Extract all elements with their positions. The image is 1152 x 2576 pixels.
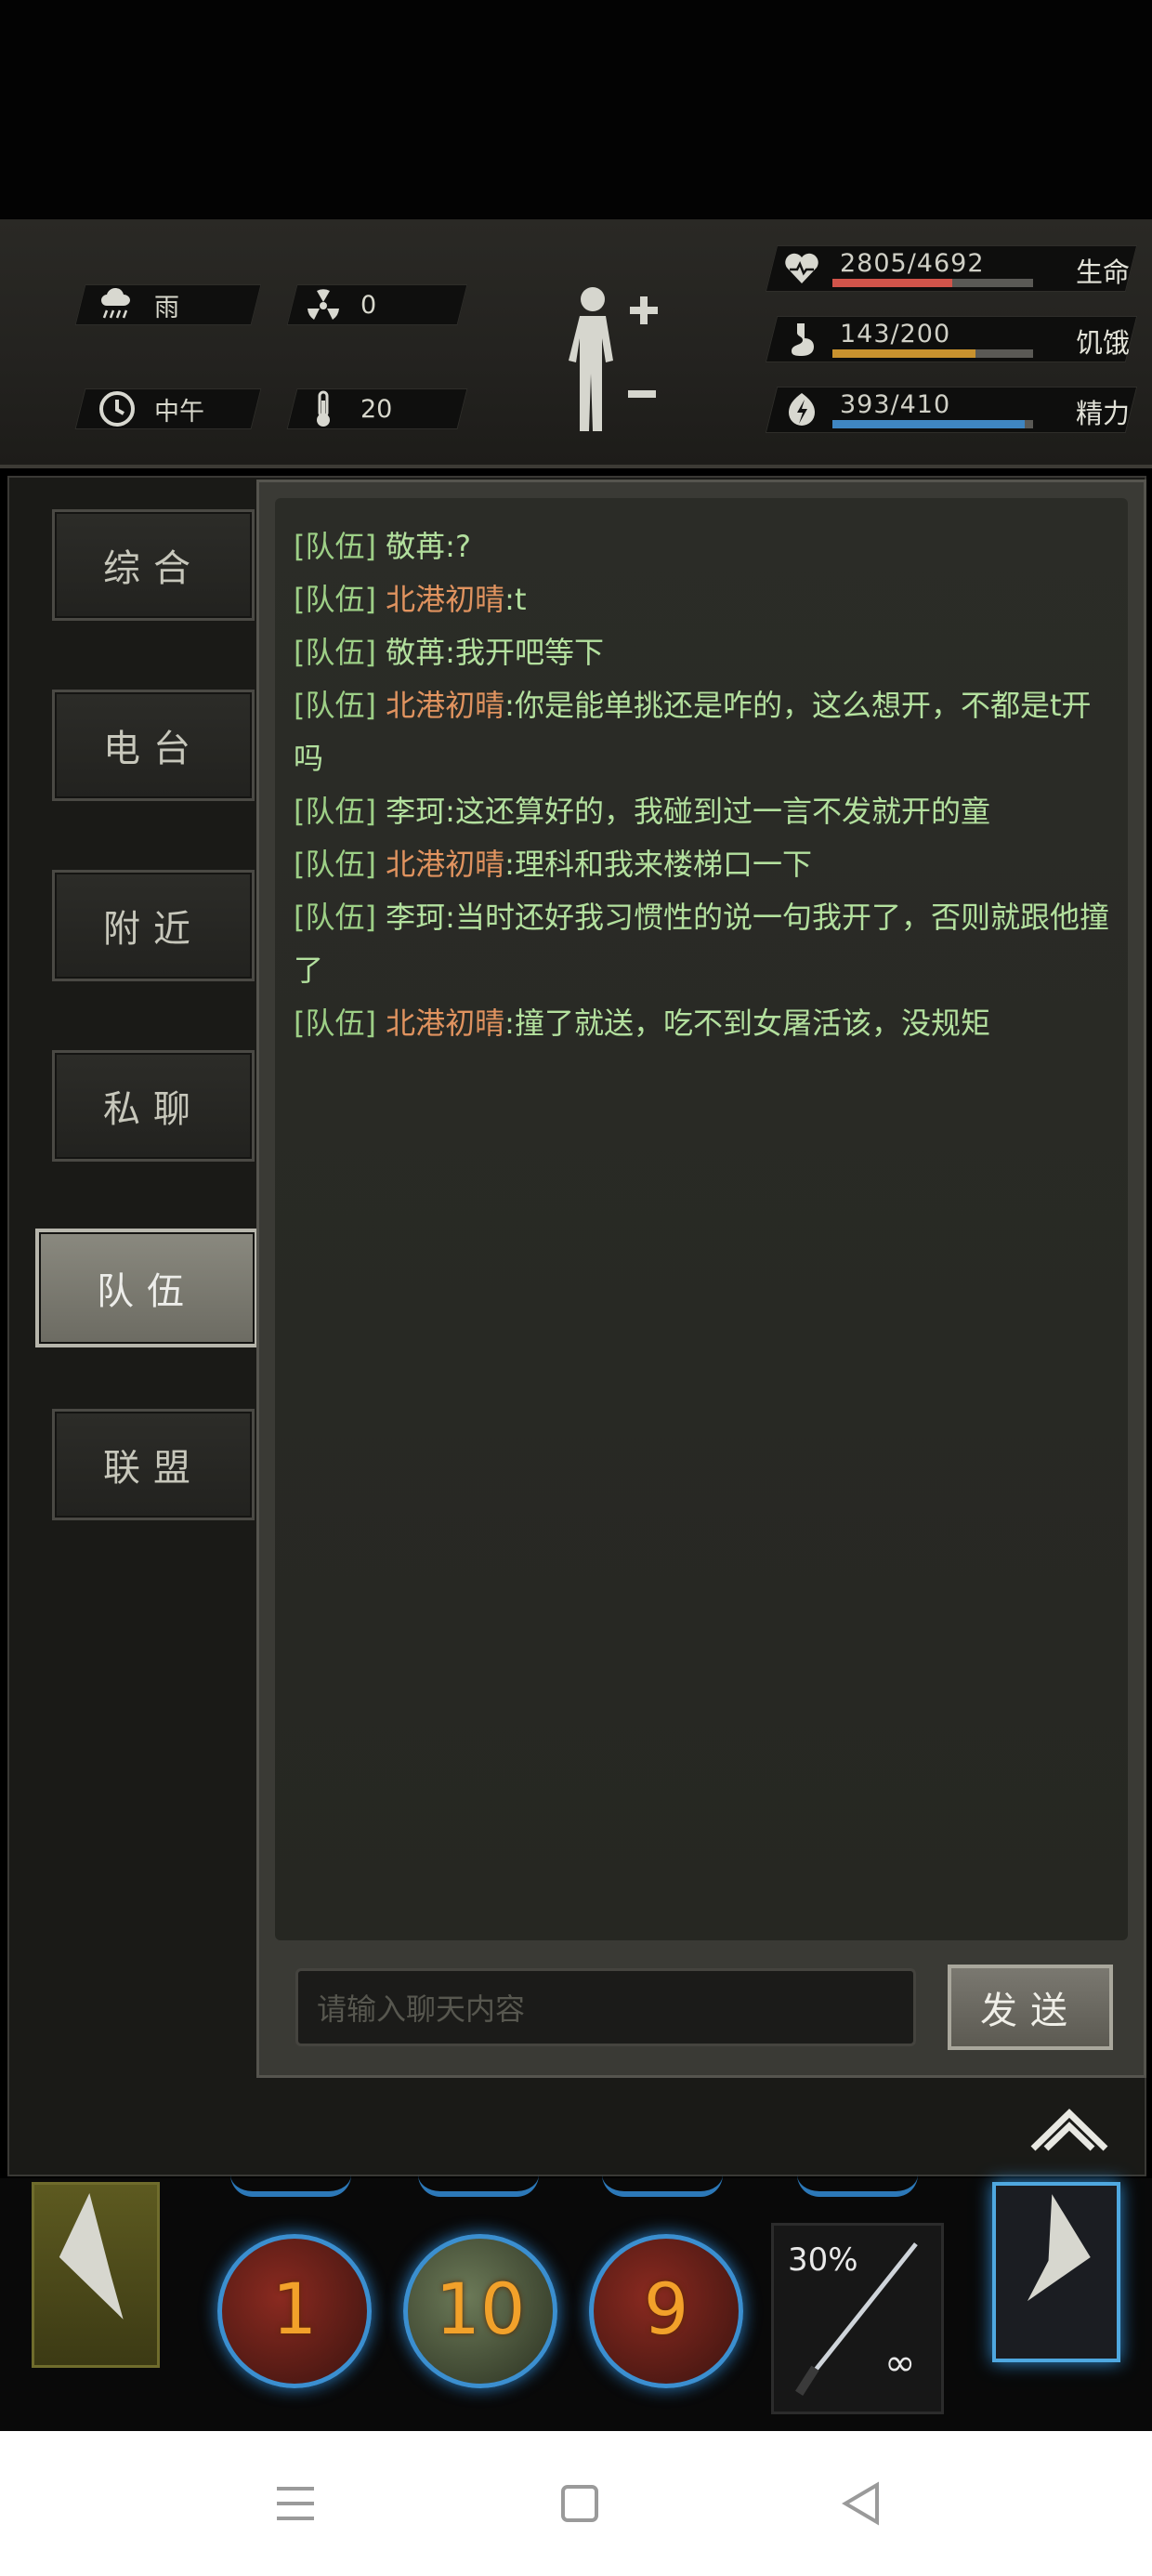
skill-ring-partial bbox=[230, 2175, 351, 2197]
rain-cloud-icon bbox=[97, 284, 137, 325]
skill-ring-partial bbox=[797, 2175, 918, 2197]
message-text: :我开吧等下 bbox=[445, 635, 604, 670]
message-text: :t bbox=[504, 582, 527, 617]
message-sender[interactable]: 北港初晴 bbox=[386, 1005, 504, 1041]
tab-radio[interactable]: 电台 bbox=[52, 690, 255, 801]
hunger-bar bbox=[832, 349, 1033, 358]
chat-input[interactable]: 请输入聊天内容 bbox=[295, 1968, 916, 2046]
message-channel: [队伍] bbox=[294, 688, 376, 723]
radiation-value: 0 bbox=[360, 290, 377, 320]
top-black-area bbox=[0, 0, 1152, 219]
tab-alliance[interactable]: 联盟 bbox=[52, 1409, 255, 1520]
chat-input-placeholder: 请输入聊天内容 bbox=[317, 1991, 526, 2027]
chat-message: [队伍] 李珂:当时还好我习惯性的说一句我开了，否则就跟他撞了 bbox=[294, 891, 1120, 997]
message-channel: [队伍] bbox=[294, 900, 376, 935]
energy-bar bbox=[832, 420, 1033, 428]
health-label: 生命 bbox=[1075, 256, 1130, 288]
character-figure-button[interactable] bbox=[557, 279, 669, 437]
radiation-icon bbox=[303, 284, 344, 325]
slash-skill-count: 9 bbox=[643, 2267, 689, 2350]
heart-icon bbox=[780, 247, 823, 290]
time-label: 中午 bbox=[154, 397, 204, 427]
energy-label: 精力 bbox=[1075, 398, 1130, 429]
message-sender[interactable]: 北港初晴 bbox=[386, 688, 504, 723]
collapse-chevron-up-icon[interactable] bbox=[1029, 2102, 1109, 2154]
weapon-durability: 30% bbox=[788, 2241, 858, 2279]
axe-skill-count: 1 bbox=[271, 2267, 318, 2350]
send-button[interactable]: 发送 bbox=[948, 1965, 1113, 2050]
message-sender[interactable]: 李珂 bbox=[386, 900, 445, 935]
stomach-icon bbox=[780, 318, 823, 361]
chat-message: [队伍] 敬苒:我开吧等下 bbox=[294, 626, 1120, 679]
message-sender[interactable]: 李珂 bbox=[386, 794, 445, 829]
hunger-stat: 143/200 饥饿 bbox=[780, 316, 1133, 362]
thermometer-icon bbox=[303, 388, 344, 429]
message-text: :这还算好的，我碰到过一言不发就开的童 bbox=[445, 794, 990, 829]
tab-nearby[interactable]: 附近 bbox=[52, 870, 255, 981]
message-channel: [队伍] bbox=[294, 794, 376, 829]
radiation-indicator: 0 bbox=[303, 284, 376, 325]
chat-message: [队伍] 北港初晴:撞了就送，吃不到女屠活该，没规矩 bbox=[294, 997, 1120, 1050]
skill-bar bbox=[0, 2178, 1152, 2431]
energy-stat: 393/410 精力 bbox=[780, 387, 1133, 433]
message-text: :理科和我来楼梯口一下 bbox=[504, 847, 812, 882]
health-stat: 2805/4692 生命 bbox=[780, 245, 1133, 292]
clock-icon bbox=[97, 388, 137, 429]
message-channel: [队伍] bbox=[294, 582, 376, 617]
message-text: :撞了就送，吃不到女屠活该，没规矩 bbox=[504, 1005, 990, 1041]
temperature-indicator: 20 bbox=[303, 388, 392, 429]
health-value: 2805/4692 bbox=[840, 249, 985, 278]
prev-page-button[interactable] bbox=[32, 2182, 160, 2368]
message-channel: [队伍] bbox=[294, 1005, 376, 1041]
message-channel: [队伍] bbox=[294, 529, 376, 564]
message-list: [队伍] 敬苒:? [队伍] 北港初晴:t [队伍] 敬苒:我开吧等下 [队伍]… bbox=[294, 520, 1120, 1050]
menu-icon[interactable] bbox=[269, 2477, 321, 2530]
message-sender[interactable]: 北港初晴 bbox=[386, 847, 504, 882]
chat-message: [队伍] 北港初晴:理科和我来楼梯口一下 bbox=[294, 838, 1120, 891]
health-bar bbox=[832, 279, 1033, 287]
time-indicator: 中午 bbox=[97, 388, 204, 429]
chat-message: [队伍] 敬苒:? bbox=[294, 520, 1120, 573]
next-page-button[interactable] bbox=[992, 2182, 1120, 2362]
skill-ring-partial bbox=[418, 2175, 539, 2197]
home-icon[interactable] bbox=[554, 2477, 606, 2530]
message-sender[interactable]: 敬苒 bbox=[386, 635, 445, 670]
hunger-value: 143/200 bbox=[840, 320, 951, 348]
message-sender[interactable]: 北港初晴 bbox=[386, 582, 504, 617]
weather-indicator: 雨 bbox=[97, 284, 179, 325]
tab-general[interactable]: 综合 bbox=[52, 509, 255, 621]
weapon-ammo: ∞ bbox=[884, 2342, 916, 2385]
temperature-value: 20 bbox=[360, 394, 393, 424]
tab-team[interactable]: 队伍 bbox=[35, 1229, 258, 1347]
message-sender[interactable]: 敬苒 bbox=[386, 529, 445, 564]
weather-label: 雨 bbox=[154, 293, 179, 322]
message-text: :? bbox=[445, 529, 471, 564]
heal-skill-count: 10 bbox=[435, 2267, 526, 2350]
skill-ring-partial bbox=[602, 2175, 723, 2197]
energy-icon bbox=[780, 388, 823, 431]
message-channel: [队伍] bbox=[294, 635, 376, 670]
back-icon[interactable] bbox=[836, 2477, 888, 2530]
tab-private[interactable]: 私聊 bbox=[52, 1050, 255, 1162]
energy-value: 393/410 bbox=[840, 390, 951, 419]
message-channel: [队伍] bbox=[294, 847, 376, 882]
chat-message: [队伍] 北港初晴:你是能单挑还是咋的，这么想开，不都是t开吗 bbox=[294, 679, 1120, 785]
chat-message: [队伍] 北港初晴:t bbox=[294, 573, 1120, 626]
hunger-label: 饥饿 bbox=[1075, 327, 1130, 359]
chat-message: [队伍] 李珂:这还算好的，我碰到过一言不发就开的童 bbox=[294, 785, 1120, 838]
